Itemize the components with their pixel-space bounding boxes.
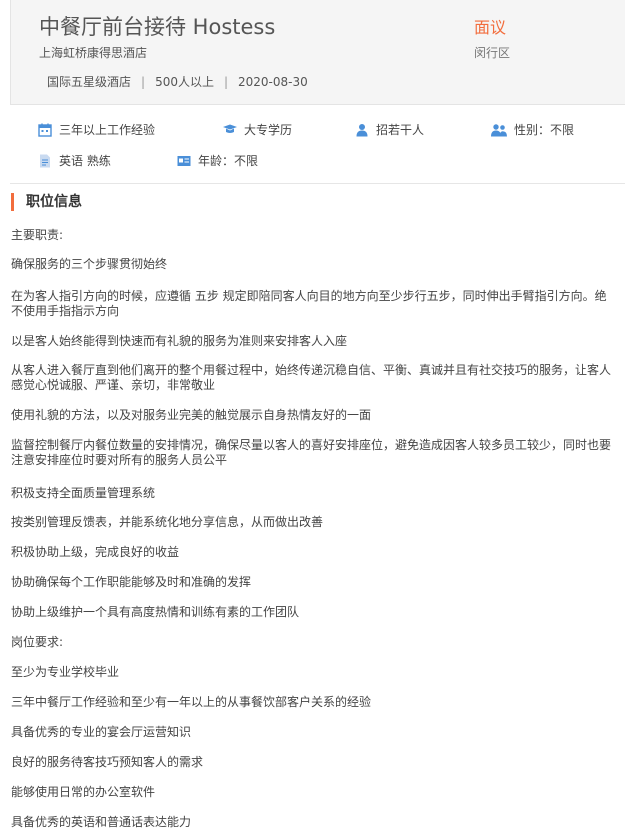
company-meta: 国际五星级酒店 | 500人以上 | 2020-08-30 [47,73,308,90]
desc-line-7: 监督控制餐厅内餐位数量的安排情况，确保尽量以客人的喜好安排座位，避免造成因客人较… [11,438,612,467]
req-language: 英语 熟练 [37,152,111,169]
section-title: 职位信息 [11,193,82,211]
desc-line-10: 积极协助上级，完成良好的收益 [11,545,180,559]
gender-icon [490,123,508,137]
company-name[interactable]: 上海虹桥康得思酒店 [39,44,147,61]
calendar-icon [37,123,53,137]
desc-line-3: 在为客人指引方向的时候，应遵循 五步 规定即陪同客人向目的地方向至少步行五步，同… [11,289,607,318]
document-icon [37,154,53,168]
req-age: 年龄：不限 [176,152,258,169]
req-headcount: 招若干人 [354,121,424,138]
desc-line-4: 以是客人始终能得到快速而有礼貌的服务为准则来安排客人入座 [11,334,348,348]
req-text: 大专学历 [244,123,293,137]
job-title: 中餐厅前台接待 Hostess [39,15,276,39]
desc-line-1: 主要职责: [11,228,64,242]
desc-line-18: 能够使用日常的办公室软件 [11,785,156,799]
desc-line-14: 至少为专业学校毕业 [11,665,120,679]
req-text: 性别：不限 [514,123,575,137]
separator: | [223,75,229,89]
section-divider [10,183,625,184]
id-card-icon [176,154,192,168]
desc-line-13: 岗位要求: [11,635,64,649]
post-date: 2020-08-30 [238,75,308,89]
desc-line-2: 确保服务的三个步骤贯彻始终 [11,257,168,271]
desc-line-19: 具备优秀的英语和普通话表达能力 [11,815,192,829]
separator: | [141,75,146,89]
job-header: 中餐厅前台接待 Hostess 上海虹桥康得思酒店 国际五星级酒店 | 500人以上… [10,0,625,105]
req-gender: 性别：不限 [490,121,574,138]
desc-line-11: 协助确保每个工作职能能够及时和准确的发挥 [11,575,252,589]
desc-line-8: 积极支持全面质量管理系统 [11,486,156,500]
person-icon [354,123,370,137]
desc-line-17: 良好的服务待客技巧预知客人的需求 [11,755,204,769]
req-text: 年龄：不限 [198,154,259,168]
desc-line-9: 按类别管理反馈表，并能系统化地分享信息，从而做出改善 [11,515,324,529]
desc-line-16: 具备优秀的专业的宴会厅运营知识 [11,725,192,739]
salary: 面议 [474,18,507,37]
req-text: 英语 熟练 [59,154,111,168]
req-text: 三年以上工作经验 [59,123,156,137]
desc-line-6: 使用礼貌的方法，以及对服务业完美的触觉展示自身热情友好的一面 [11,408,372,422]
graduation-cap-icon [222,123,238,137]
desc-line-12: 协助上级维护一个具有高度热情和训练有素的工作团队 [11,605,300,619]
req-text: 招若干人 [376,123,425,137]
company-size: 500人以上 [155,75,214,89]
desc-line-5: 从客人进入餐厅直到他们离开的整个用餐过程中，始终传递沉稳自信、平衡、真诚并且有社… [11,363,612,392]
desc-line-15: 三年中餐厅工作经验和至少有一年以上的从事餐饮部客户关系的经验 [11,695,372,709]
req-experience: 三年以上工作经验 [37,121,155,138]
req-education: 大专学历 [222,121,292,138]
district: 闵行区 [474,46,511,60]
company-type: 国际五星级酒店 [47,75,132,89]
